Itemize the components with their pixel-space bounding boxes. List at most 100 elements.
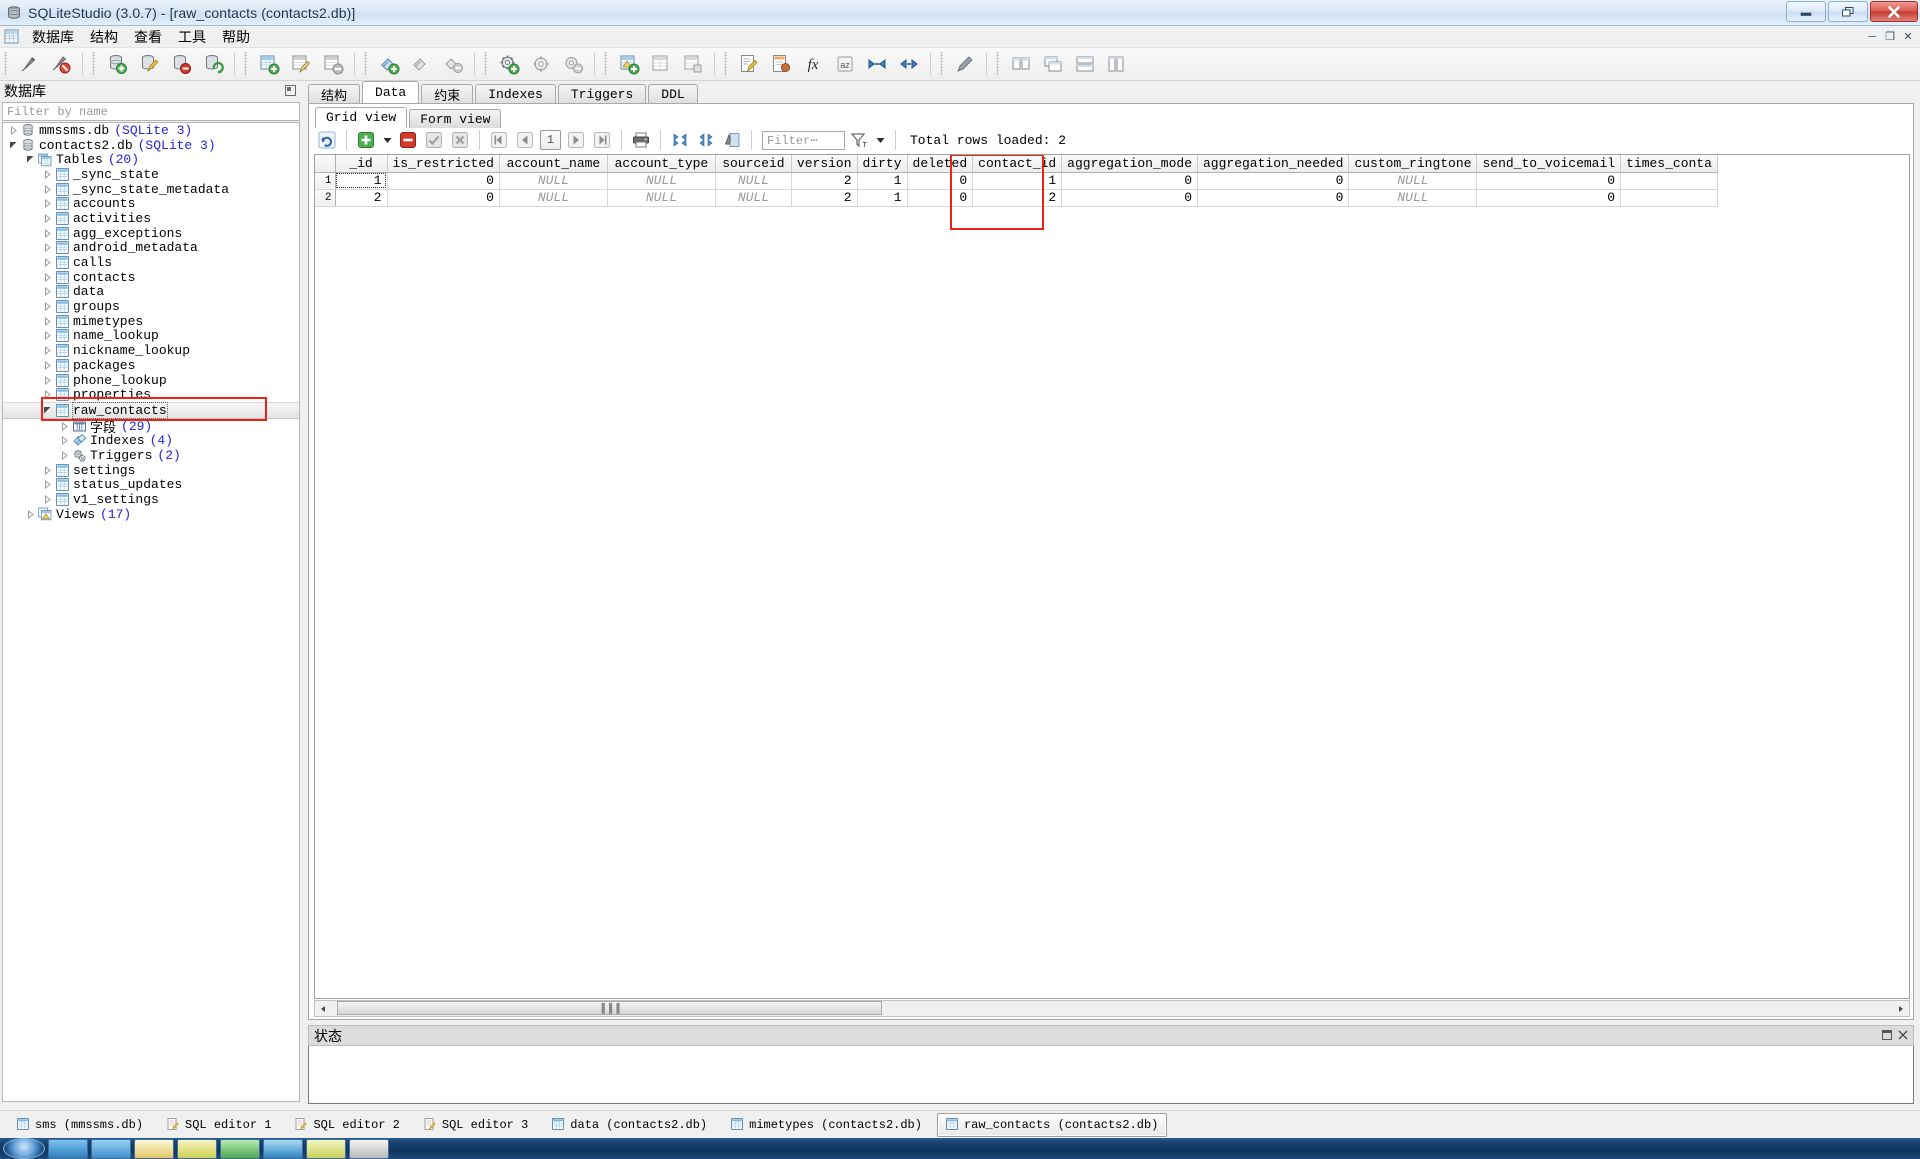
edit-trigger-icon[interactable]: [527, 50, 555, 78]
filter-funnel-icon[interactable]: T: [847, 129, 869, 151]
collapse-arrow-icon[interactable]: [24, 510, 37, 519]
add-table-icon[interactable]: [255, 50, 283, 78]
collapse-arrow-icon[interactable]: [41, 214, 54, 223]
scrollbar-thumb[interactable]: ▐▐▐: [337, 1001, 882, 1015]
edit-index-icon[interactable]: [407, 50, 435, 78]
import-icon[interactable]: [767, 50, 795, 78]
grid-cell[interactable]: 2: [791, 189, 857, 206]
grid-cell[interactable]: NULL: [607, 189, 715, 206]
collapse-arrow-icon[interactable]: [41, 466, 54, 475]
tab-constraints[interactable]: 约束: [421, 84, 473, 104]
collapse-arrow-icon[interactable]: [58, 422, 71, 431]
toolbar-grip[interactable]: [723, 52, 730, 76]
refresh-database-icon[interactable]: [199, 50, 227, 78]
collapse-arrow-icon[interactable]: [41, 199, 54, 208]
pen-icon[interactable]: [951, 50, 979, 78]
scroll-left-icon[interactable]: [315, 1001, 331, 1016]
column-header-sourceid[interactable]: sourceid: [715, 155, 791, 172]
tree-item-sync-state-metadata[interactable]: _sync_state_metadata: [3, 182, 299, 197]
grid-cell[interactable]: 2: [973, 189, 1062, 206]
mdi-minimize-button[interactable]: ─: [1864, 29, 1880, 44]
collapse-arrow-icon[interactable]: [41, 480, 54, 489]
window-tab[interactable]: sms (mmssms.db): [8, 1113, 152, 1137]
expand-arrow-icon[interactable]: [7, 141, 20, 150]
toolbar-grip[interactable]: [3, 52, 10, 76]
last-page-icon[interactable]: [591, 129, 613, 151]
function-editor-icon[interactable]: fx: [799, 50, 827, 78]
tree-filter-input[interactable]: Filter by name: [2, 102, 300, 121]
data-grid[interactable]: _idis_restrictedaccount_nameaccount_type…: [315, 155, 1718, 207]
start-button[interactable]: [3, 1138, 45, 1159]
tab-triggers[interactable]: Triggers: [558, 84, 646, 104]
collapse-arrow-icon[interactable]: [41, 185, 54, 194]
tree-item-mimetypes[interactable]: mimetypes: [3, 314, 299, 329]
taskbar-item[interactable]: [220, 1139, 260, 1159]
close-panel-icon[interactable]: [1898, 1030, 1908, 1043]
tree-item-agg-exceptions[interactable]: agg_exceptions: [3, 226, 299, 241]
menu-structure[interactable]: 结构: [82, 25, 126, 49]
delete-view-icon[interactable]: [679, 50, 707, 78]
dropdown-arrow-icon[interactable]: [381, 129, 393, 151]
collapse-arrow-icon[interactable]: [58, 436, 71, 445]
taskbar-item[interactable]: [263, 1139, 303, 1159]
collapse-arrow-icon[interactable]: [7, 126, 20, 135]
collapse-arrow-icon[interactable]: [41, 287, 54, 296]
scrollbar-track[interactable]: ▐▐▐: [331, 1001, 1893, 1016]
tree-item-accounts[interactable]: accounts: [3, 196, 299, 211]
tree-item-views[interactable]: Views(17): [3, 507, 299, 522]
collapse-arrow-icon[interactable]: [41, 390, 54, 399]
tile-windows-icon[interactable]: [1007, 50, 1035, 78]
collapse-arrow-icon[interactable]: [41, 376, 54, 385]
add-index-icon[interactable]: [375, 50, 403, 78]
connect-database-icon[interactable]: [15, 50, 43, 78]
taskbar-item[interactable]: [134, 1139, 174, 1159]
taskbar-item[interactable]: [306, 1139, 346, 1159]
column-header-send_to_voicemail[interactable]: send_to_voicemail: [1477, 155, 1621, 172]
import-data-icon[interactable]: [895, 50, 923, 78]
toolbar-grip[interactable]: [243, 52, 250, 76]
grid-cell[interactable]: 0: [387, 189, 499, 206]
grid-horizontal-scrollbar[interactable]: ▐▐▐: [314, 1000, 1910, 1017]
collapse-arrow-icon[interactable]: [41, 273, 54, 282]
menu-view[interactable]: 查看: [126, 25, 170, 49]
grid-cell[interactable]: NULL: [1349, 172, 1477, 189]
grid-cell[interactable]: 1: [857, 172, 907, 189]
next-page-icon[interactable]: [565, 129, 587, 151]
toolbar-grip[interactable]: [995, 52, 1002, 76]
first-page-icon[interactable]: [488, 129, 510, 151]
grid-cell[interactable]: 1: [973, 172, 1062, 189]
window-tab[interactable]: raw_contacts (contacts2.db): [937, 1113, 1167, 1137]
rollback-icon[interactable]: [449, 129, 471, 151]
insert-row-icon[interactable]: [355, 129, 377, 151]
collapse-arrow-icon[interactable]: [41, 229, 54, 238]
tree-item-status-updates[interactable]: status_updates: [3, 478, 299, 493]
status-dock-body[interactable]: [308, 1046, 1914, 1104]
toolbar-grip[interactable]: [91, 52, 98, 76]
tab-structure[interactable]: 结构: [308, 84, 360, 104]
restore-button[interactable]: [1828, 1, 1868, 22]
column-header-_id[interactable]: _id: [335, 155, 387, 172]
grid-cell[interactable]: NULL: [607, 172, 715, 189]
window-tab[interactable]: SQL editor 2: [286, 1113, 408, 1137]
column-header-dirty[interactable]: dirty: [857, 155, 907, 172]
database-tree[interactable]: mmssms.db(SQLite 3)contacts2.db(SQLite 3…: [2, 122, 300, 1102]
grid-cell[interactable]: NULL: [499, 172, 607, 189]
tree-item-tables[interactable]: Tables(20): [3, 152, 299, 167]
tree-item-android-metadata[interactable]: android_metadata: [3, 241, 299, 256]
grid-corner-header[interactable]: [315, 155, 335, 172]
grid-cell[interactable]: 0: [1477, 189, 1621, 206]
tree-item-data[interactable]: data: [3, 285, 299, 300]
remove-database-icon[interactable]: [167, 50, 195, 78]
tile-vertical-icon[interactable]: [1103, 50, 1131, 78]
collapse-arrow-icon[interactable]: [41, 331, 54, 340]
grid-cell[interactable]: 0: [387, 172, 499, 189]
grid-cell[interactable]: NULL: [715, 189, 791, 206]
form-to-grid-icon[interactable]: [695, 129, 717, 151]
disconnect-database-icon[interactable]: [47, 50, 75, 78]
grid-cell[interactable]: NULL: [1349, 189, 1477, 206]
taskbar-item[interactable]: [91, 1139, 131, 1159]
column-header-is_restricted[interactable]: is_restricted: [387, 155, 499, 172]
collapse-arrow-icon[interactable]: [41, 346, 54, 355]
grid-cell[interactable]: 0: [1198, 189, 1349, 206]
column-header-deleted[interactable]: deleted: [907, 155, 973, 172]
